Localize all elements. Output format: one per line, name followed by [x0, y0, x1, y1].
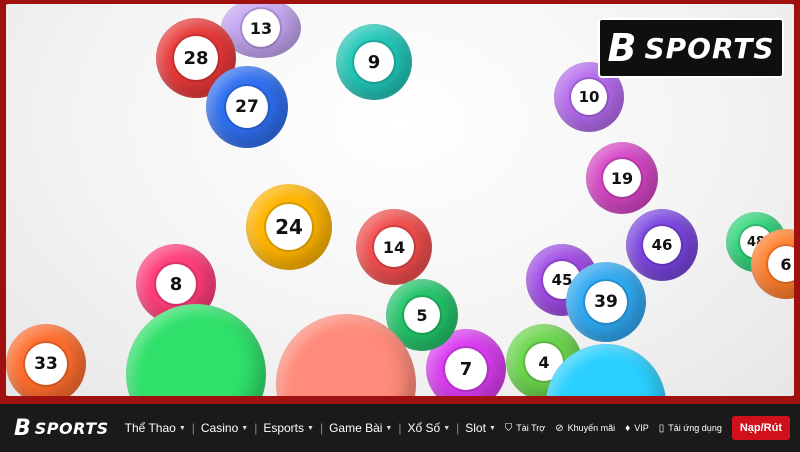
foreground-ball: [126, 304, 266, 396]
main-menu: Thể Thao ▼ | Casino ▼ | Esports ▼ | Game Bà…: [119, 421, 502, 435]
promo-icon: ⊘: [555, 422, 564, 434]
lottery-ball: 9: [336, 24, 412, 100]
brand-mark: B: [607, 26, 637, 70]
vip-icon: ♦: [625, 422, 631, 434]
chevron-down-icon: ▼: [488, 424, 496, 432]
lottery-ball: 27: [206, 66, 288, 148]
nav-item-xo-so[interactable]: Xổ Số ▼: [401, 421, 456, 435]
sponsor-icon: ⛉: [504, 422, 513, 434]
nav-item-game-bai[interactable]: Game Bài ▼: [323, 421, 398, 435]
brand-text: SPORTS: [644, 31, 775, 65]
lottery-ball: 33: [6, 324, 86, 396]
nav-item-slot[interactable]: Slot ▼: [459, 421, 502, 435]
download-link[interactable]: ▯ Tải ứng dụng: [659, 423, 722, 434]
vip-link[interactable]: ♦ VIP: [625, 423, 649, 434]
chevron-down-icon: ▼: [241, 424, 249, 432]
chevron-down-icon: ▼: [307, 424, 314, 432]
lottery-ball: 24: [246, 184, 332, 270]
chevron-down-icon: ▼: [385, 424, 393, 432]
brand-badge: B SPORTS: [598, 18, 784, 78]
sponsor-link[interactable]: ⛉ Tài Trợ: [505, 423, 545, 434]
top-navigation: B SPORTS Thể Thao ▼ | Casino ▼ | Esports ▼ …: [0, 402, 800, 452]
utility-links: ⛉ Tài Trợ ⊘ Khuyến mãi ♦ VIP ▯ Tải ứng d…: [505, 416, 790, 440]
nav-item-the-thao[interactable]: Thể Thao ▼: [119, 421, 192, 435]
promo-link[interactable]: ⊘ Khuyến mãi: [555, 423, 615, 434]
download-icon: ▯: [658, 422, 665, 434]
lottery-ball: 46: [626, 209, 698, 281]
logo-text: SPORTS: [34, 418, 109, 438]
nav-item-esports[interactable]: Esports ▼: [257, 421, 320, 435]
hero-banner: 13 28 9 27 10 19 24 14 8 45 39 46 48 33 …: [6, 4, 794, 396]
site-logo[interactable]: B SPORTS: [14, 416, 109, 441]
lottery-ball: 39: [566, 262, 646, 342]
chevron-down-icon: ▼: [178, 424, 186, 432]
logo-mark: B: [14, 415, 31, 441]
lottery-ball: 19: [586, 142, 658, 214]
deposit-withdraw-button[interactable]: Nạp/Rút: [731, 416, 790, 440]
nav-item-casino[interactable]: Casino ▼: [195, 421, 254, 435]
chevron-down-icon: ▼: [443, 424, 451, 432]
lottery-ball: 14: [356, 209, 432, 285]
